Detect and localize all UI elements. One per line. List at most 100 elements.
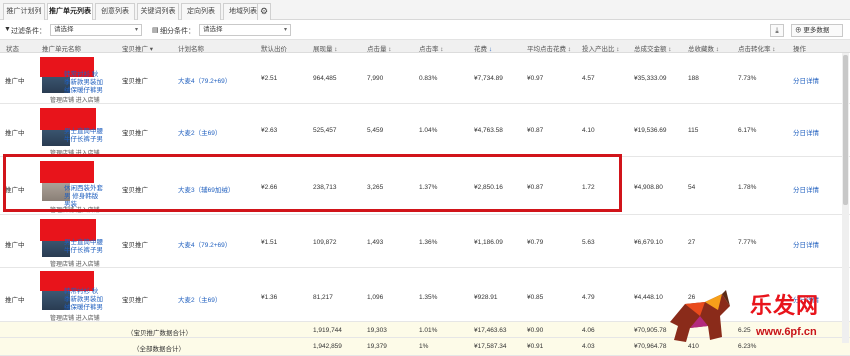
promo-type: 宝贝推广 [122,130,148,137]
watermark-url: www.6pf.cn [756,326,817,338]
bid-value[interactable]: ¥2.51 [261,75,277,82]
col-favs[interactable]: 总收藏数 ↕ [688,43,719,53]
unit-title-link[interactable]: 韩常衬衫 秋季新款男装加绒保暖仔裤男 [64,71,104,95]
roi-value: 4.03 [582,343,595,350]
col-gmv[interactable]: 总成交金额 ↕ [634,43,672,53]
bull-logo-icon [670,290,730,342]
segment-label: 细分条件： [160,28,195,35]
roi-value: 4.57 [582,75,595,82]
watermark-text: 乐发网 [750,293,820,319]
cvr-value: 7.77% [738,239,757,246]
status-text: 推广中 [5,297,25,304]
plan-link[interactable]: 大麦2（主69） [178,127,221,137]
cost-value: ¥17,587.34 [474,343,507,350]
roi-value: 5.63 [582,239,595,246]
tab-targeting-list[interactable]: 定向列表 [181,3,221,20]
tab-plan-list[interactable]: 推广计划列表 [3,3,45,30]
table-row: 推广中 男士直筒中腰 牛仔长裤子男 管理店铺 进入店铺 宝贝推广 大麦2（主69… [0,104,850,157]
impressions-value: 109,872 [313,239,337,246]
col-cost[interactable]: 花费 ↓ [474,43,492,53]
clicks-value: 1,493 [367,239,384,246]
clicks-value: 19,379 [367,343,387,350]
col-roi[interactable]: 投入产出比 ↕ [582,43,620,53]
col-cpc[interactable]: 平均点击花费 ↕ [527,43,571,53]
more-data-button[interactable]: ⊕ 更多数据 [791,24,843,37]
daily-detail-link[interactable]: 分日详情 [793,127,819,137]
clicks-value: 7,990 [367,75,384,82]
bid-value[interactable]: ¥2.63 [261,127,277,134]
filter-icon: ▼ [4,26,11,33]
col-clicks[interactable]: 点击量 ↕ [367,43,392,53]
cpc-value: ¥0.91 [527,343,544,350]
redaction-block [40,219,96,241]
tab-keyword-list[interactable]: 关键词列表 [137,3,179,20]
table-header: 状态 推广单元名称 宝贝推广 ▾ 计划名称 默认出价 展现量 ↕ 点击量 ↕ 点… [0,40,850,53]
col-type[interactable]: 宝贝推广 ▾ [122,43,153,53]
col-impressions[interactable]: 展现量 ↕ [313,43,338,53]
unit-title-link[interactable]: 男士直筒中腰 牛仔长裤子男 [64,239,104,255]
roi-value: 4.10 [582,127,595,134]
gear-icon[interactable]: ⚙ [257,3,271,20]
gmv-value: ¥4,908.80 [634,184,663,191]
unit-title-link[interactable]: 男士直筒中腰 牛仔长裤子男 [64,128,104,144]
watermark-logo: 乐发网 www.6pf.cn [660,282,850,356]
status-text: 推广中 [5,242,25,249]
store-links[interactable]: 管理店铺 进入店铺 [50,313,100,322]
ctr-value: 1% [419,343,429,350]
favs-value: 54 [688,184,696,191]
status-text: 推广中 [5,130,25,137]
col-cvr[interactable]: 点击转化率 ↕ [738,43,776,53]
col-ctr[interactable]: 点击率 ↕ [419,43,444,53]
filter-select[interactable]: 请选择 ▾ [50,24,142,36]
col-plan: 计划名称 [178,46,204,53]
summary-label: （全部数据合计） [133,346,185,353]
summary-label: （宝贝推广数据合计） [127,330,192,337]
table-row: 推广中 韩常衬衫 秋季新款男装加绒保暖仔裤男 管理店铺 进入店铺 宝贝推广 大麦… [0,53,850,104]
plan-link[interactable]: 大麦2（主69） [178,294,221,304]
daily-detail-link[interactable]: 分日详情 [793,75,819,85]
segment-select[interactable]: 请选择 ▾ [199,24,291,36]
tab-creative-list[interactable]: 创意列表 [95,3,135,20]
favs-value: 188 [688,75,699,82]
col-bid[interactable]: 默认出价 [261,43,287,53]
bid-value[interactable]: ¥1.36 [261,294,277,301]
cost-value: ¥17,463.63 [474,327,507,334]
clicks-value: 19,303 [367,327,387,334]
cvr-value: 7.73% [738,75,757,82]
favs-value: 27 [688,239,696,246]
table-row: 推广中 男士直筒中腰 牛仔长裤子男 管理店铺 进入店铺 宝贝推广 大麦4（79.… [0,215,850,268]
promo-type: 宝贝推广 [122,78,148,85]
cvr-value: 1.78% [738,184,757,191]
col-status: 状态 [6,46,19,53]
roi-value: 4.79 [582,294,595,301]
ctr-value: 1.01% [419,327,438,334]
redaction-block [40,108,96,130]
cost-value: ¥7,734.89 [474,75,503,82]
clicks-value: 1,096 [367,294,384,301]
impressions-value: 81,217 [313,294,333,301]
filter-bar: ▼ 过滤条件： 请选择 ▾ ▤ 细分条件： 请选择 ▾ ⤓ ⊕ 更多数据 [0,20,850,40]
plan-link[interactable]: 大麦4（79.2+69） [178,239,231,249]
ctr-value: 1.36% [419,239,438,246]
download-icon[interactable]: ⤓ [770,24,784,37]
highlight-box [3,154,622,212]
daily-detail-link[interactable]: 分日详情 [793,184,819,194]
clicks-value: 5,459 [367,127,384,134]
store-links[interactable]: 管理店铺 进入店铺 [50,95,100,104]
cost-value: ¥928.91 [474,294,498,301]
gmv-value: ¥4,448.10 [634,294,663,301]
cpc-value: ¥0.97 [527,75,544,82]
bid-value[interactable]: ¥1.51 [261,239,277,246]
store-links[interactable]: 管理店铺 进入店铺 [50,259,100,268]
status-text: 推广中 [5,78,25,85]
daily-detail-link[interactable]: 分日详情 [793,239,819,249]
cpc-value: ¥0.90 [527,327,544,334]
promo-type: 宝贝推广 [122,297,148,304]
impressions-value: 525,457 [313,127,337,134]
gmv-value: ¥35,333.09 [634,75,667,82]
tab-unit-list[interactable]: 推广单元列表 [47,3,93,21]
unit-title-link[interactable]: 韩常衬衫 秋季新款男装加绒保暖仔裤男 [64,288,104,312]
scrollbar-thumb[interactable] [843,55,848,205]
segment-icon: ▤ [152,27,159,34]
plan-link[interactable]: 大麦4（79.2+69） [178,75,231,85]
